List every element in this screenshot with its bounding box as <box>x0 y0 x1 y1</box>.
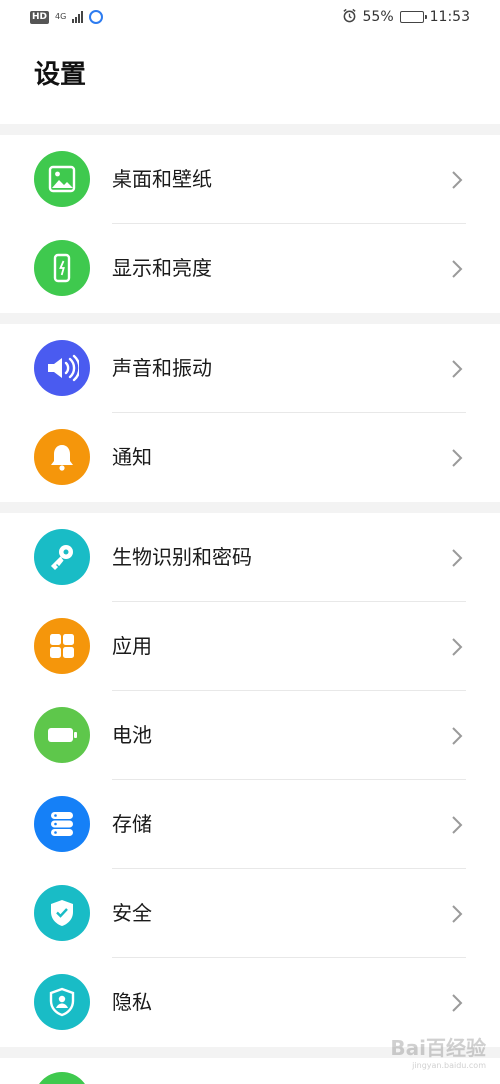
group-separator <box>0 124 500 135</box>
settings-item-label: 通知 <box>112 445 152 469</box>
apps-grid-icon <box>34 618 90 674</box>
shield-check-icon <box>34 885 90 941</box>
battery-status-icon <box>399 11 427 23</box>
app-notification-icon <box>89 10 104 24</box>
settings-item-label: 安全 <box>112 901 152 925</box>
privacy-shield-icon <box>34 974 90 1030</box>
next-item-icon-partial <box>34 1072 90 1084</box>
storage-icon <box>34 796 90 852</box>
settings-group-sound: 声音和振动 通知 <box>0 324 500 502</box>
chevron-right-icon <box>450 992 464 1014</box>
chevron-right-icon <box>450 547 464 569</box>
settings-item-battery[interactable]: 电池 <box>0 691 500 780</box>
settings-item-wallpaper[interactable]: 桌面和壁纸 <box>0 135 500 224</box>
settings-item-apps[interactable]: 应用 <box>0 602 500 691</box>
settings-item-label: 电池 <box>112 723 152 747</box>
key-icon <box>34 529 90 585</box>
settings-item-label: 桌面和壁纸 <box>112 167 212 191</box>
chevron-right-icon <box>450 636 464 658</box>
chevron-right-icon <box>450 358 464 380</box>
chevron-right-icon <box>450 814 464 836</box>
status-bar: HD 4G 55% 11:53 <box>0 0 500 34</box>
hd-badge: HD <box>30 10 50 24</box>
clock: 11:53 <box>429 9 470 25</box>
settings-item-label: 显示和亮度 <box>112 256 212 280</box>
settings-group-display: 桌面和壁纸 显示和亮度 <box>0 135 500 313</box>
page-title: 设置 <box>34 60 87 90</box>
settings-item-sound[interactable]: 声音和振动 <box>0 324 500 413</box>
chevron-right-icon <box>450 169 464 191</box>
chevron-right-icon <box>450 903 464 925</box>
group-separator <box>0 502 500 513</box>
settings-item-display[interactable]: 显示和亮度 <box>0 224 500 313</box>
bell-icon <box>34 429 90 485</box>
display-icon <box>34 240 90 296</box>
settings-item-label: 应用 <box>112 634 152 658</box>
settings-item-label: 隐私 <box>112 990 152 1014</box>
settings-group-system: 生物识别和密码 应用 电池 存储 安全 隐私 <box>0 513 500 1047</box>
wallpaper-icon <box>34 151 90 207</box>
settings-item-label: 存储 <box>112 812 152 836</box>
settings-item-label: 生物识别和密码 <box>112 545 252 569</box>
settings-item-notifications[interactable]: 通知 <box>0 413 500 502</box>
group-separator <box>0 313 500 324</box>
chevron-right-icon <box>450 447 464 469</box>
battery-icon <box>34 707 90 763</box>
settings-item-biometrics[interactable]: 生物识别和密码 <box>0 513 500 602</box>
signal-icon <box>72 11 84 23</box>
settings-item-security[interactable]: 安全 <box>0 869 500 958</box>
battery-percent: 55% <box>362 9 394 25</box>
settings-item-label: 声音和振动 <box>112 356 212 380</box>
alarm-icon <box>342 8 357 27</box>
chevron-right-icon <box>450 258 464 280</box>
sound-icon <box>34 340 90 396</box>
watermark: Bai百经验 jingyan.baidu.com <box>390 1036 486 1070</box>
chevron-right-icon <box>450 725 464 747</box>
network-indicator: 4G <box>55 12 67 21</box>
settings-item-storage[interactable]: 存储 <box>0 780 500 869</box>
